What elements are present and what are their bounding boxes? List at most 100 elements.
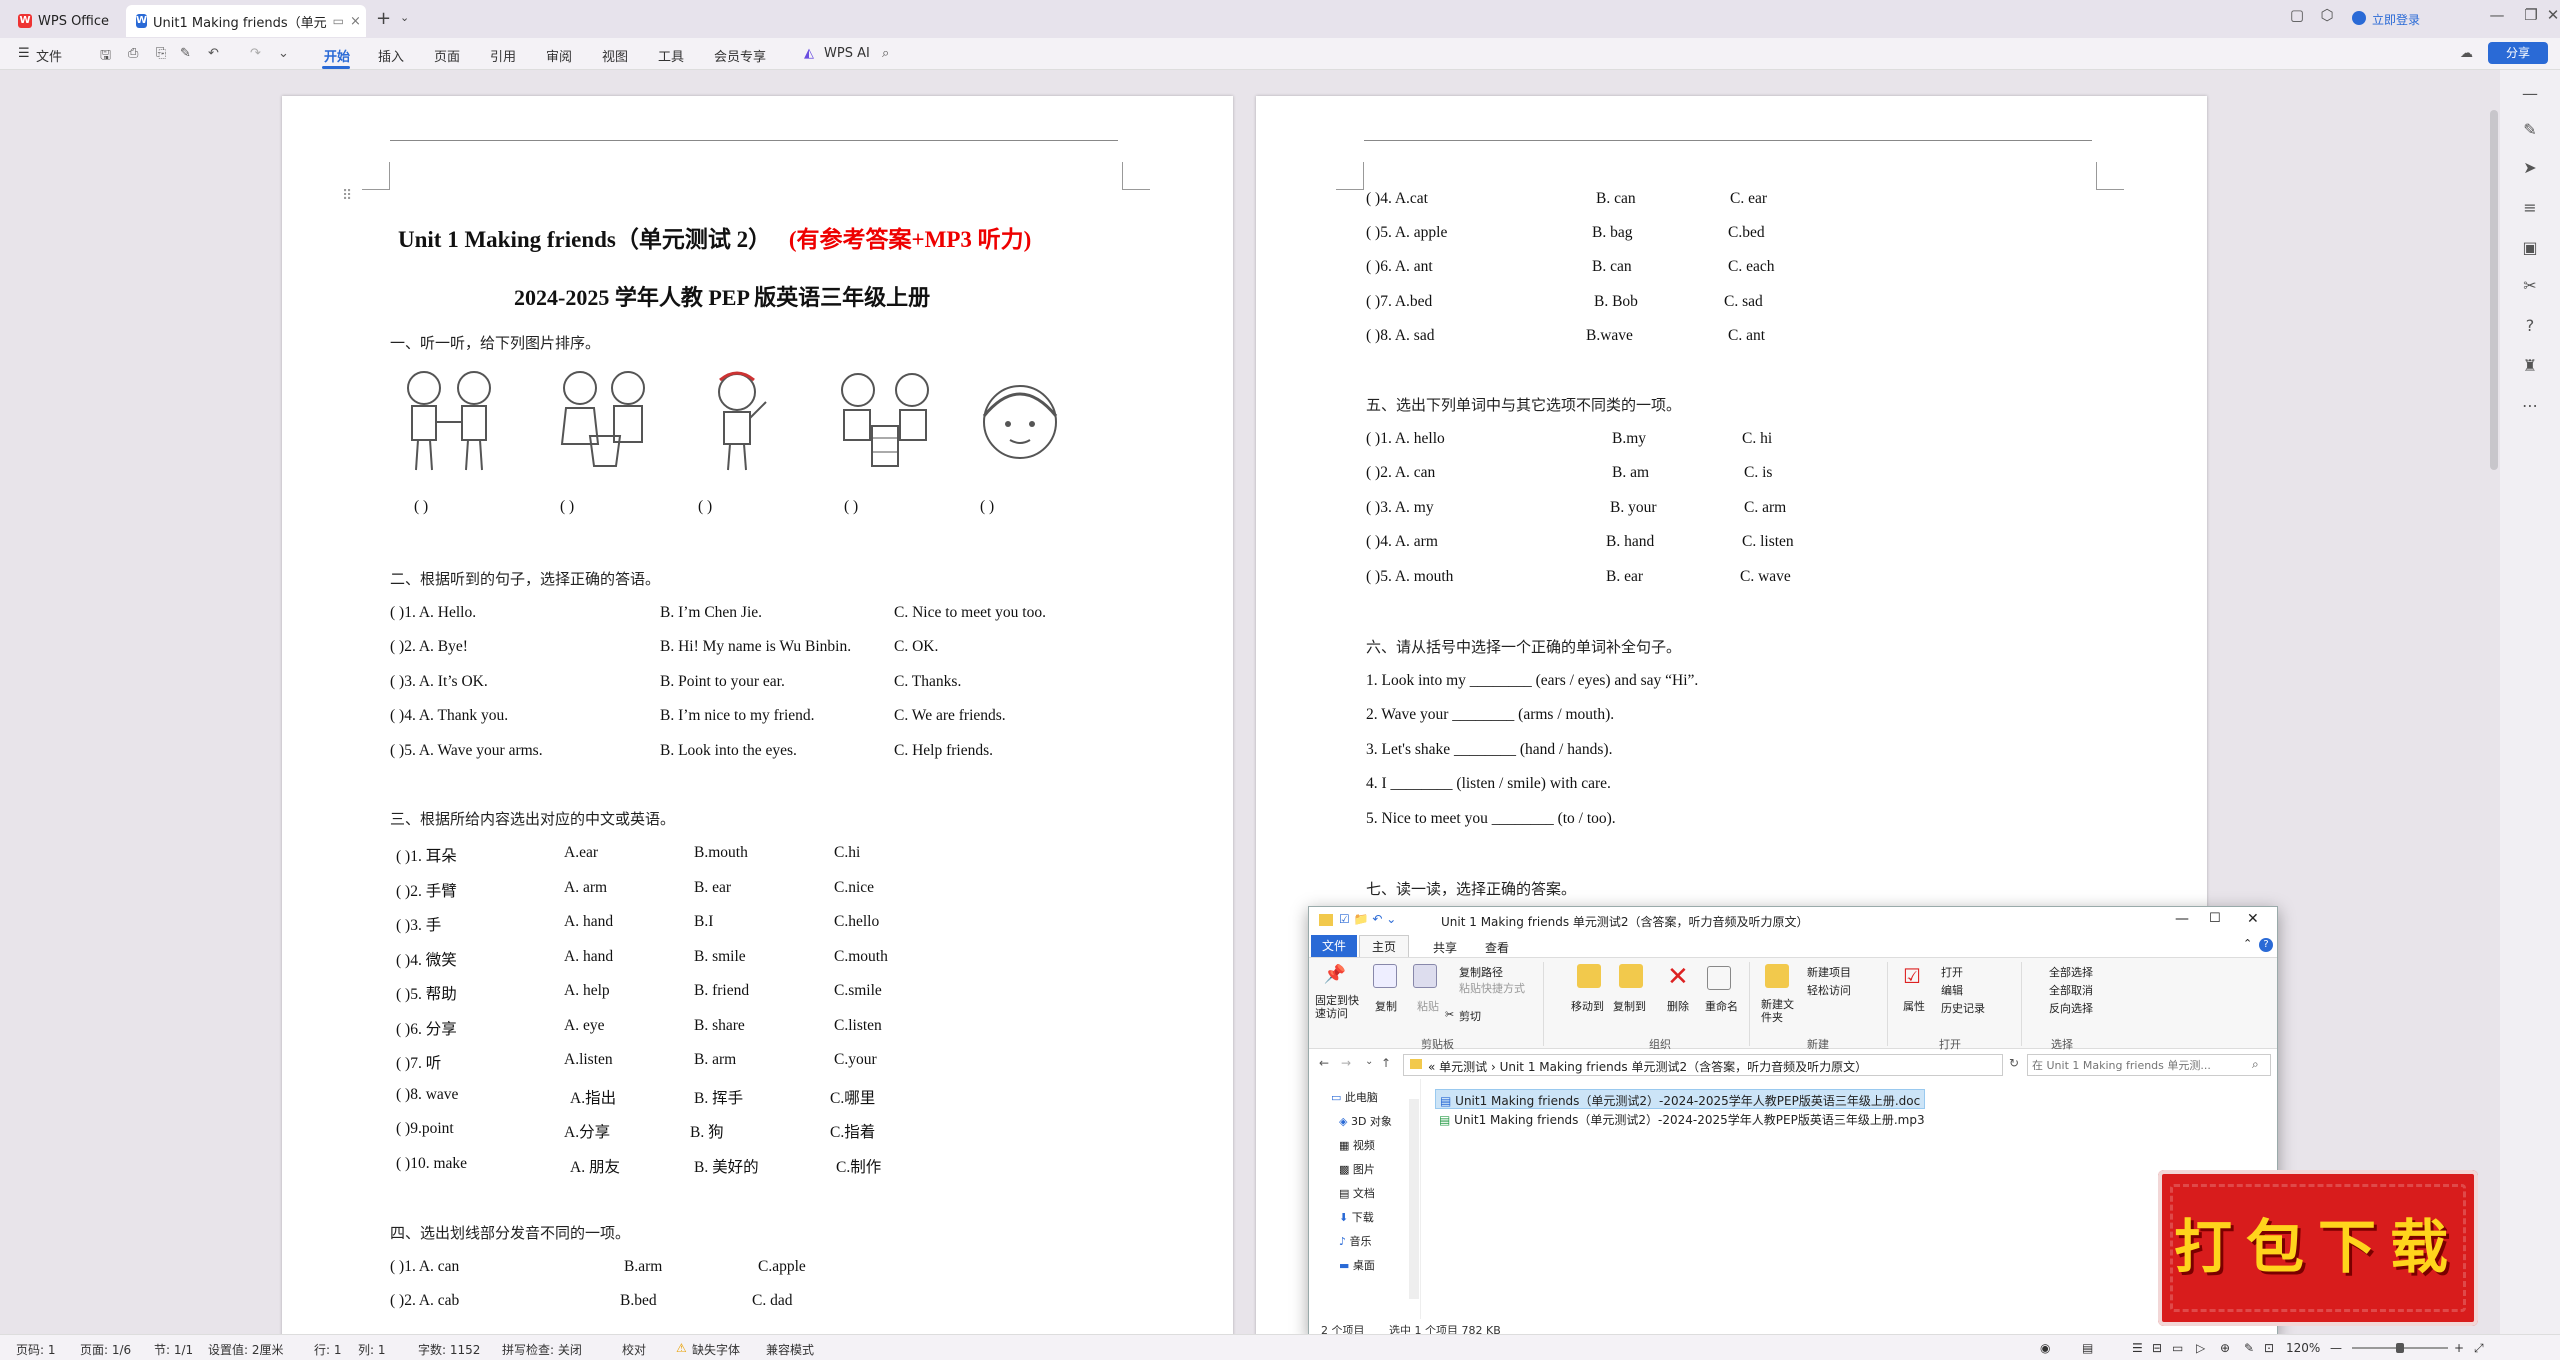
nav-item-videos[interactable]: ▦ 视频 xyxy=(1339,1137,1375,1153)
answer-blank[interactable]: ( ) xyxy=(414,498,428,516)
back-icon[interactable]: ← xyxy=(1319,1056,1329,1070)
login-link[interactable]: 立即登录 xyxy=(2372,11,2420,28)
select-none-button[interactable]: 全部取消 xyxy=(2049,982,2093,998)
page-view-icon[interactable]: ▤ xyxy=(2082,1341,2093,1355)
status-proof[interactable]: 校对 xyxy=(622,1341,646,1358)
more-icon[interactable]: ⋯ xyxy=(2520,396,2540,416)
tab-insert[interactable]: 插入 xyxy=(378,46,404,65)
quick-access-icons[interactable]: ☑ 📁 ↶ ⌄ xyxy=(1339,912,1396,926)
zoom-in-icon[interactable]: + xyxy=(2454,1341,2464,1355)
monitor-icon[interactable]: ▭ xyxy=(333,14,344,28)
invert-selection-button[interactable]: 反向选择 xyxy=(2049,1000,2093,1016)
drag-handle-icon[interactable]: ⠿ xyxy=(342,188,352,204)
paste-button[interactable]: 粘贴 xyxy=(1417,998,1439,1014)
close-icon[interactable]: ✕ xyxy=(2247,911,2259,927)
cloud-icon[interactable]: ☁ xyxy=(2460,46,2473,61)
forward-icon[interactable]: → xyxy=(1341,1056,1351,1070)
globe-icon[interactable]: ⊕ xyxy=(2220,1341,2230,1355)
select-all-button[interactable]: 全部选择 xyxy=(2049,964,2093,980)
pen-icon[interactable]: ✎ xyxy=(2520,120,2540,140)
search-icon[interactable]: ⌕ xyxy=(882,46,889,61)
pin-quick-access-button[interactable]: 固定到快速访问 xyxy=(1315,994,1359,1020)
tab-document[interactable]: W Unit1 Making friends（单元 ▭ × xyxy=(126,5,366,37)
delete-button[interactable]: 删除 xyxy=(1667,998,1689,1014)
status-page[interactable]: 页码: 1 xyxy=(16,1341,56,1358)
cube-icon[interactable]: ⬡ xyxy=(2314,6,2340,24)
copy-button[interactable]: 复制 xyxy=(1375,998,1397,1014)
up-icon[interactable]: ↑ xyxy=(1381,1056,1391,1070)
new-item-button[interactable]: 新建项目 xyxy=(1807,964,1851,980)
status-word-count[interactable]: 字数: 1152 xyxy=(418,1341,480,1358)
maximize-icon[interactable]: ☐ xyxy=(2209,911,2221,926)
outline-view-icon[interactable]: ⊟ xyxy=(2152,1341,2162,1355)
minimize-icon[interactable]: — xyxy=(2175,911,2189,927)
file-row[interactable]: ▤ Unit1 Making friends（单元测试2）-2024-2025学… xyxy=(1439,1111,1925,1128)
tab-wps-home[interactable]: W WPS Office xyxy=(8,5,123,37)
close-tab-icon[interactable]: × xyxy=(350,14,361,29)
print-icon[interactable]: ⎘ xyxy=(156,46,166,61)
nav-item-this-pc[interactable]: ▭ 此电脑 xyxy=(1331,1089,1378,1105)
wps-ai-button[interactable]: WPS AI xyxy=(824,46,870,61)
help-icon[interactable]: ? xyxy=(2520,316,2540,336)
tab-view[interactable]: 视图 xyxy=(602,46,628,65)
answer-blank[interactable]: ( ) xyxy=(844,498,858,516)
answer-blank[interactable]: ( ) xyxy=(698,498,712,516)
rename-button[interactable]: 重命名 xyxy=(1705,998,1738,1014)
eye-icon[interactable]: ◉ xyxy=(2040,1341,2050,1355)
address-bar[interactable]: « 单元测试 › Unit 1 Making friends 单元测试2（含答案… xyxy=(1403,1054,2003,1076)
status-pages[interactable]: 页面: 1/6 xyxy=(80,1341,131,1358)
fit-icon[interactable]: ⊡ xyxy=(2264,1341,2274,1355)
search-icon[interactable]: ⌕ xyxy=(2252,1057,2259,1072)
undo-icon[interactable]: ↶ xyxy=(208,46,219,61)
menu-icon[interactable]: ☰ xyxy=(18,46,30,61)
zoom-slider-thumb[interactable] xyxy=(2396,1343,2404,1353)
paste-shortcut-button[interactable]: 粘贴快捷方式 xyxy=(1459,980,1525,996)
save-icon[interactable]: 🖫 xyxy=(100,46,111,68)
tab-member[interactable]: 会员专享 xyxy=(714,46,766,65)
tab-reference[interactable]: 引用 xyxy=(490,46,516,65)
sliders-icon[interactable]: ≡ xyxy=(2520,198,2540,218)
tab-tools[interactable]: 工具 xyxy=(658,46,684,65)
redo-icon[interactable]: ↷ xyxy=(250,46,261,61)
tab-view[interactable]: 查看 xyxy=(1485,939,1509,956)
web-view-icon[interactable]: ☰ xyxy=(2132,1341,2143,1355)
tab-page[interactable]: 页面 xyxy=(434,46,460,65)
refresh-icon[interactable]: ↻ xyxy=(2009,1056,2019,1070)
window-layout-icon[interactable]: ▢ xyxy=(2284,6,2310,24)
file-menu[interactable]: 文件 xyxy=(36,46,62,65)
new-folder-button[interactable]: 新建文件夹 xyxy=(1761,998,1797,1024)
read-mode-icon[interactable]: ▭ xyxy=(2172,1341,2183,1355)
zoom-level[interactable]: 120% xyxy=(2286,1341,2320,1355)
help-icon[interactable]: ? xyxy=(2259,938,2273,952)
chevron-up-icon[interactable]: ⌃ xyxy=(2243,937,2252,950)
tools-icon[interactable]: ✂ xyxy=(2520,276,2540,296)
vertical-scrollbar[interactable] xyxy=(2490,110,2498,470)
tab-share[interactable]: 共享 xyxy=(1433,939,1457,956)
search-input[interactable] xyxy=(2032,1057,2242,1073)
minimize-icon[interactable]: — xyxy=(2484,6,2510,24)
answer-blank[interactable]: ( ) xyxy=(560,498,574,516)
nav-item-pictures[interactable]: ▩ 图片 xyxy=(1339,1161,1375,1177)
nav-item-downloads[interactable]: ⬇ 下载 xyxy=(1339,1209,1374,1225)
tab-file[interactable]: 文件 xyxy=(1311,935,1357,957)
move-to-button[interactable]: 移动到 xyxy=(1571,998,1604,1014)
edit-button[interactable]: 编辑 xyxy=(1941,982,1963,998)
status-spellcheck[interactable]: 拼写检查: 关闭 xyxy=(502,1341,582,1358)
tab-review[interactable]: 审阅 xyxy=(546,46,572,65)
chevron-down-icon[interactable]: ⌄ xyxy=(400,11,409,24)
tab-start[interactable]: 开始 xyxy=(324,46,350,65)
status-row[interactable]: 行: 1 xyxy=(314,1341,342,1358)
status-section[interactable]: 节: 1/1 xyxy=(154,1341,193,1358)
cut-button[interactable]: 剪切 xyxy=(1459,1008,1481,1024)
nav-scrollbar[interactable] xyxy=(1409,1099,1419,1299)
new-tab-icon[interactable]: + xyxy=(376,8,391,29)
shirt-icon[interactable]: ♜ xyxy=(2520,356,2540,376)
fullscreen-icon[interactable]: ⤢ xyxy=(2474,1341,2484,1356)
pen-icon[interactable]: ✎ xyxy=(2244,1341,2254,1355)
format-painter-icon[interactable]: ✎ xyxy=(180,46,191,61)
tab-home[interactable]: 主页 xyxy=(1359,935,1409,957)
close-window-icon[interactable]: ✕ xyxy=(2540,6,2560,24)
copy-path-button[interactable]: 复制路径 xyxy=(1459,964,1503,980)
open-button[interactable]: 打开 xyxy=(1941,964,1963,980)
minus-icon[interactable]: — xyxy=(2520,84,2540,104)
